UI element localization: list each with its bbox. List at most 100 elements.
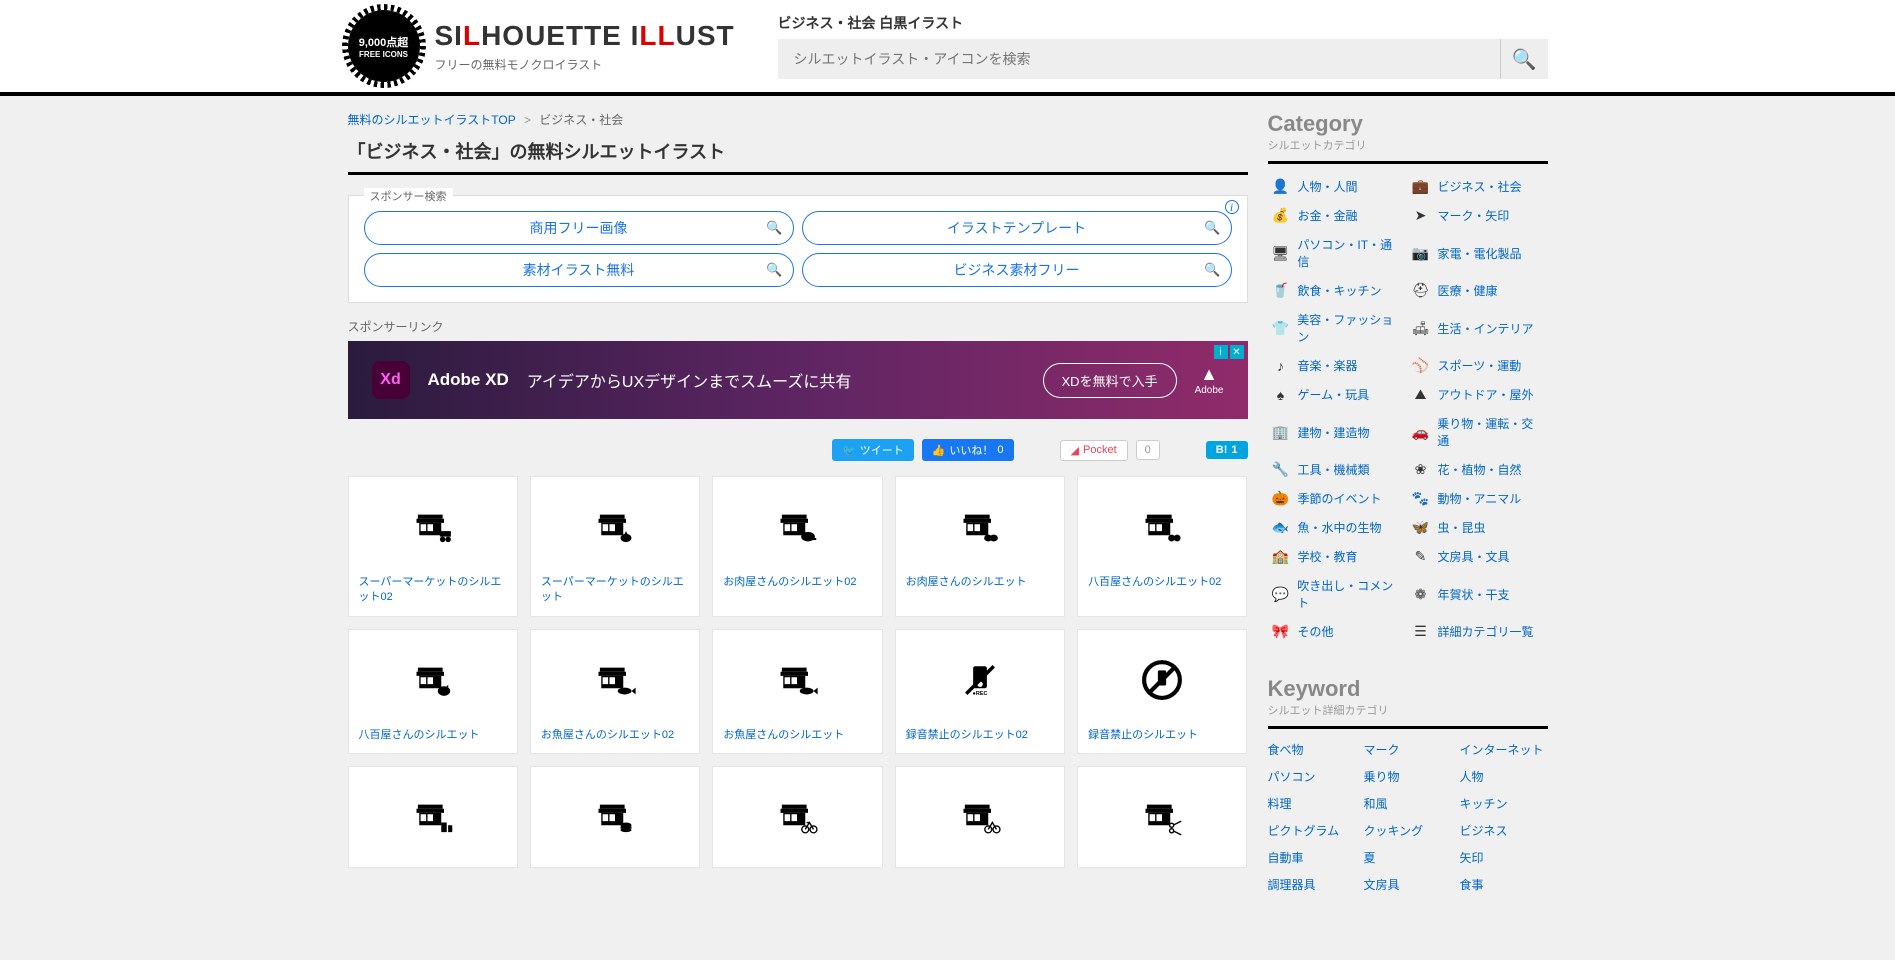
category-item[interactable]: 🔧工具・機械類 bbox=[1268, 455, 1408, 484]
category-item[interactable]: 🖥パソコン・IT・通信 bbox=[1268, 230, 1408, 276]
banner-text: アイデアからUXデザインまでスムーズに共有 bbox=[527, 368, 1025, 392]
keyword-link[interactable]: 矢印 bbox=[1460, 845, 1548, 870]
sponsor-link-1[interactable]: イラストテンプレート🔍 bbox=[802, 211, 1232, 245]
category-item[interactable]: 🛋生活・インテリア bbox=[1408, 305, 1548, 351]
hatena-button[interactable]: B! 1 bbox=[1206, 441, 1248, 459]
category-icon: 🛋 bbox=[1412, 320, 1430, 337]
category-item[interactable]: 🎀その他 bbox=[1268, 617, 1408, 646]
category-item[interactable]: 🚗乗り物・運転・交通 bbox=[1408, 409, 1548, 455]
illustration-card[interactable]: お魚屋さんのシルエット bbox=[712, 629, 882, 754]
category-item[interactable]: ♠ゲーム・玩具 bbox=[1268, 380, 1408, 409]
search-input[interactable] bbox=[778, 39, 1500, 79]
category-item[interactable]: 🐟魚・水中の生物 bbox=[1268, 513, 1408, 542]
facebook-like-button[interactable]: 👍 いいね！ 0 bbox=[922, 439, 1014, 461]
category-icon: ⚾ bbox=[1412, 357, 1430, 374]
keyword-link[interactable]: 料理 bbox=[1268, 791, 1356, 816]
illustration-card[interactable]: お肉屋さんのシルエット bbox=[895, 476, 1065, 617]
illustration-card[interactable]: スーパーマーケットのシルエット bbox=[530, 476, 700, 617]
site-tagline: フリーの無料モノクロイラスト bbox=[435, 56, 735, 73]
ad-close-icon[interactable]: ✕ bbox=[1230, 345, 1244, 359]
banner-cta-button[interactable]: XDを無料で入手 bbox=[1043, 363, 1177, 398]
sponsor-link-2[interactable]: 素材イラスト無料🔍 bbox=[364, 253, 794, 287]
info-icon[interactable]: i bbox=[1225, 200, 1239, 214]
category-item[interactable]: 👕美容・ファッション bbox=[1268, 305, 1408, 351]
ad-banner[interactable]: i ✕ Xd Adobe XD アイデアからUXデザインまでスムーズに共有 XD… bbox=[348, 341, 1248, 419]
keyword-link[interactable]: 夏 bbox=[1364, 845, 1452, 870]
search-title: ビジネス・社会 白黒イラスト bbox=[778, 13, 1548, 33]
category-item[interactable]: ⛑医療・健康 bbox=[1408, 276, 1548, 305]
ad-controls: i ✕ bbox=[1214, 345, 1244, 359]
category-item[interactable]: 🦋虫・昆虫 bbox=[1408, 513, 1548, 542]
keyword-link[interactable]: 乗り物 bbox=[1364, 764, 1452, 789]
illustration-card[interactable]: ●REC録音禁止のシルエット02 bbox=[895, 629, 1065, 754]
category-item[interactable]: ⚾スポーツ・運動 bbox=[1408, 351, 1548, 380]
keyword-link[interactable]: クッキング bbox=[1364, 818, 1452, 843]
illustration-card[interactable]: 録音禁止のシルエット bbox=[1077, 629, 1247, 754]
category-item[interactable]: 🥤飲食・キッチン bbox=[1268, 276, 1408, 305]
keyword-link[interactable]: インターネット bbox=[1460, 737, 1548, 762]
illustration-card[interactable]: 八百屋さんのシルエット02 bbox=[1077, 476, 1247, 617]
category-item[interactable]: 👤人物・人間 bbox=[1268, 172, 1408, 201]
keyword-link[interactable]: 食べ物 bbox=[1268, 737, 1356, 762]
keyword-link[interactable]: ビジネス bbox=[1460, 818, 1548, 843]
illustration-card[interactable] bbox=[530, 766, 700, 868]
illustration-card[interactable] bbox=[895, 766, 1065, 868]
store-bike2-icon bbox=[906, 777, 1054, 857]
card-title: 八百屋さんのシルエット bbox=[359, 728, 507, 743]
keyword-link[interactable]: パソコン bbox=[1268, 764, 1356, 789]
illustration-card[interactable]: スーパーマーケットのシルエット02 bbox=[348, 476, 518, 617]
illustration-card[interactable]: 八百屋さんのシルエット bbox=[348, 629, 518, 754]
category-label: 医療・健康 bbox=[1438, 282, 1498, 299]
illustration-card[interactable] bbox=[348, 766, 518, 868]
illustration-card[interactable]: お肉屋さんのシルエット02 bbox=[712, 476, 882, 617]
illustration-card[interactable] bbox=[1077, 766, 1247, 868]
category-item[interactable]: ✎文房具・文具 bbox=[1408, 542, 1548, 571]
category-item[interactable]: 🎃季節のイベント bbox=[1268, 484, 1408, 513]
keyword-link[interactable]: キッチン bbox=[1460, 791, 1548, 816]
category-item[interactable]: 🏫学校・教育 bbox=[1268, 542, 1408, 571]
category-item[interactable]: ☰詳細カテゴリ一覧 bbox=[1408, 617, 1548, 646]
store-veg-icon bbox=[541, 487, 689, 567]
store-fish2-icon bbox=[723, 640, 871, 720]
category-item[interactable]: 💰お金・金融 bbox=[1268, 201, 1408, 230]
pocket-button[interactable]: ◢ Pocket bbox=[1060, 440, 1128, 461]
category-label: 吹き出し・コメント bbox=[1297, 577, 1403, 611]
category-item[interactable]: 🐾動物・アニマル bbox=[1408, 484, 1548, 513]
category-label: 音楽・楽器 bbox=[1298, 357, 1358, 374]
category-item[interactable]: ♪音楽・楽器 bbox=[1268, 351, 1408, 380]
twitter-share-button[interactable]: 🐦 ツイート bbox=[832, 439, 914, 461]
category-item[interactable]: 💬吹き出し・コメント bbox=[1268, 571, 1408, 617]
card-title: スーパーマーケットのシルエット bbox=[541, 575, 689, 606]
category-item[interactable]: ⛰アウトドア・屋外 bbox=[1408, 380, 1548, 409]
category-label: 乗り物・運転・交通 bbox=[1437, 415, 1543, 449]
keyword-link[interactable]: マーク bbox=[1364, 737, 1452, 762]
illustration-card[interactable]: お魚屋さんのシルエット02 bbox=[530, 629, 700, 754]
keyword-link[interactable]: 文房具 bbox=[1364, 872, 1452, 897]
category-item[interactable]: 📷家電・電化製品 bbox=[1408, 230, 1548, 276]
keyword-link[interactable]: 調理器具 bbox=[1268, 872, 1356, 897]
keyword-link[interactable]: 人物 bbox=[1460, 764, 1548, 789]
keyword-link[interactable]: 和風 bbox=[1364, 791, 1452, 816]
card-title: 八百屋さんのシルエット02 bbox=[1088, 575, 1236, 590]
category-icon: 👤 bbox=[1272, 178, 1290, 195]
category-item[interactable]: ❀花・植物・自然 bbox=[1408, 455, 1548, 484]
ad-info-icon[interactable]: i bbox=[1214, 345, 1228, 359]
site-logo-text: SILHOUETTE ILLUST bbox=[435, 20, 735, 52]
category-icon: 🖥 bbox=[1272, 245, 1290, 262]
category-icon: 🎀 bbox=[1272, 623, 1290, 640]
keyword-link[interactable]: 自動車 bbox=[1268, 845, 1356, 870]
sponsor-link-3[interactable]: ビジネス素材フリー🔍 bbox=[802, 253, 1232, 287]
category-item[interactable]: 💼ビジネス・社会 bbox=[1408, 172, 1548, 201]
category-item[interactable]: ➤マーク・矢印 bbox=[1408, 201, 1548, 230]
illustration-card[interactable] bbox=[712, 766, 882, 868]
keyword-link[interactable]: ピクトグラム bbox=[1268, 818, 1356, 843]
category-item[interactable]: ❁年賀状・干支 bbox=[1408, 571, 1548, 617]
search-button[interactable]: 🔍 bbox=[1500, 39, 1548, 79]
sponsor-link-0[interactable]: 商用フリー画像🔍 bbox=[364, 211, 794, 245]
keyword-link[interactable]: 食事 bbox=[1460, 872, 1548, 897]
breadcrumb: 無料のシルエットイラストTOP > ビジネス・社会 bbox=[348, 111, 1248, 128]
breadcrumb-home[interactable]: 無料のシルエットイラストTOP bbox=[348, 113, 516, 127]
category-item[interactable]: 🏢建物・建造物 bbox=[1268, 409, 1408, 455]
logo-area[interactable]: 9,000点超 FREE ICONS SILHOUETTE ILLUST フリー… bbox=[348, 10, 778, 82]
category-label: ビジネス・社会 bbox=[1438, 178, 1522, 195]
